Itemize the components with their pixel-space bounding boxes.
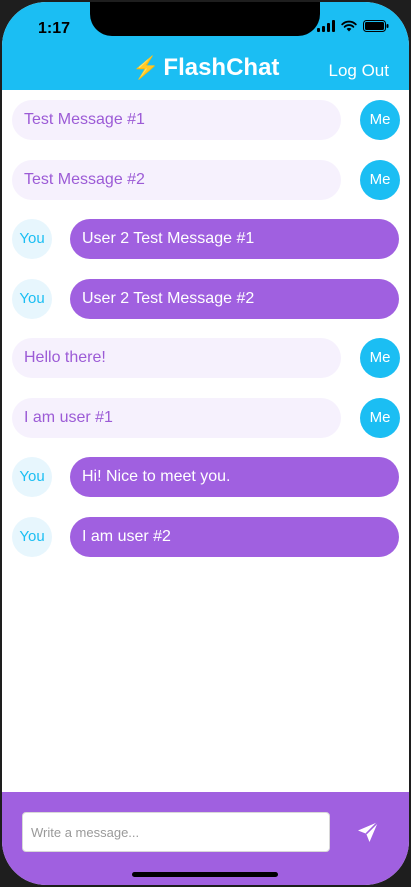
device-notch: [90, 2, 320, 36]
send-icon[interactable]: [356, 820, 380, 844]
battery-icon: [363, 20, 389, 32]
signal-icon: [317, 20, 335, 32]
app-title-text: FlashChat: [163, 54, 280, 81]
message-bubble-me: Hello there!: [12, 338, 341, 378]
message-bubble-you: Hi! Nice to meet you.: [70, 457, 399, 497]
avatar-you: You: [12, 279, 52, 319]
logout-button[interactable]: Log Out: [329, 61, 390, 81]
wifi-icon: [341, 20, 357, 32]
home-indicator: [132, 872, 278, 877]
app-screen: 1:17 ⚡ FlashChat Log Out Test Message #1…: [2, 2, 409, 885]
message-bubble-me: Test Message #1: [12, 100, 341, 140]
avatar-you: You: [12, 457, 52, 497]
message-bubble-you: User 2 Test Message #1: [70, 219, 399, 259]
message-bubble-me: Test Message #2: [12, 160, 341, 200]
message-bubble-you: User 2 Test Message #2: [70, 279, 399, 319]
message-row: You User 2 Test Message #2: [2, 279, 409, 319]
message-row: I am user #1 Me: [2, 398, 409, 438]
message-row: You I am user #2: [2, 517, 409, 557]
message-input[interactable]: [22, 812, 330, 852]
message-row: You User 2 Test Message #1: [2, 219, 409, 259]
message-row: Test Message #1 Me: [2, 100, 409, 140]
message-composer: [2, 792, 409, 885]
message-row: You Hi! Nice to meet you.: [2, 457, 409, 497]
status-icons: [317, 20, 389, 32]
avatar-me: Me: [360, 100, 400, 140]
status-time: 1:17: [38, 20, 71, 37]
message-bubble-you: I am user #2: [70, 517, 399, 557]
avatar-me: Me: [360, 338, 400, 378]
message-bubble-me: I am user #1: [12, 398, 341, 438]
avatar-you: You: [12, 219, 52, 259]
avatar-you: You: [12, 517, 52, 557]
app-title: ⚡ FlashChat: [132, 54, 279, 82]
avatar-me: Me: [360, 160, 400, 200]
message-row: Test Message #2 Me: [2, 160, 409, 200]
device-frame: 1:17 ⚡ FlashChat Log Out Test Message #1…: [0, 0, 411, 887]
avatar-me: Me: [360, 398, 400, 438]
message-row: Hello there! Me: [2, 338, 409, 378]
lightning-bolt-icon: ⚡: [132, 55, 160, 80]
